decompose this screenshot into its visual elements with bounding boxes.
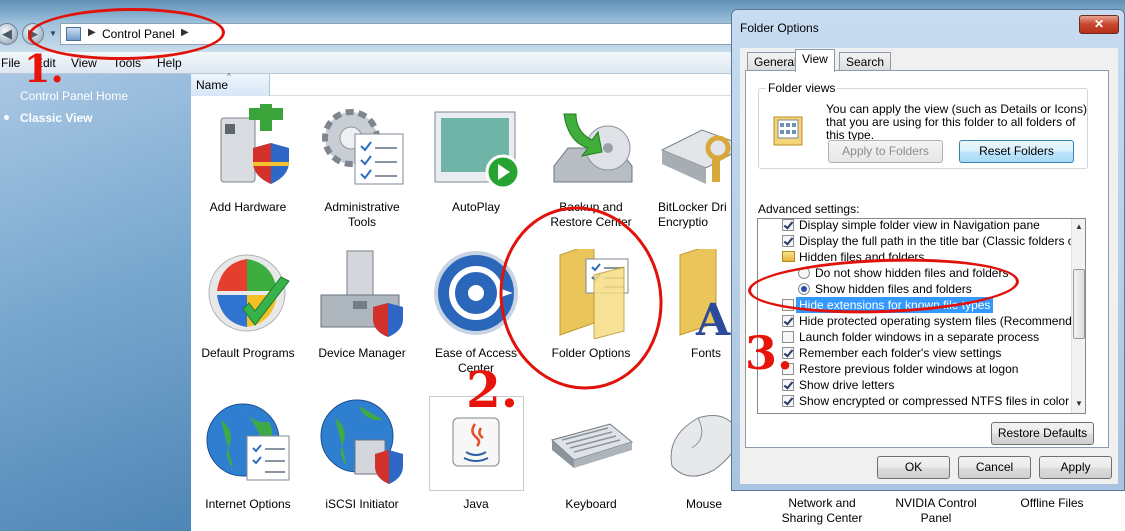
bullet-icon [4,115,9,120]
setting-label: Display the full path in the title bar (… [799,234,1086,248]
setting-label: Display simple folder view in Navigation… [799,218,1040,232]
restore-defaults-button[interactable]: Restore Defaults [991,422,1094,445]
sort-ascending-icon: ^ [227,72,231,81]
folder-views-description: You can apply the view (such as Details … [826,102,1088,142]
add-hardware-icon [220,104,289,184]
name-column-label: Name [196,78,229,92]
setting-simple-folder-view[interactable]: Display simple folder view in Navigation… [758,218,1071,233]
item-administrative-tools[interactable]: Administrative Tools [305,104,419,234]
menu-help[interactable]: Help [157,56,182,70]
setting-ntfs-color[interactable]: Show encrypted or compressed NTFS files … [758,393,1071,409]
setting-restore-windows[interactable]: Restore previous folder windows at logon [758,361,1071,377]
item-add-hardware[interactable]: Add Hardware [191,104,305,234]
item-iscsi-initiator[interactable]: iSCSI Initiator [305,396,419,516]
item-label: Network and Sharing Center [781,496,863,525]
item-bitlocker[interactable]: BitLocker Dri Encryptio [648,104,731,234]
dialog-title: Folder Options [740,21,819,35]
classic-view-link[interactable]: Classic View [20,111,93,125]
internet-options-icon [206,403,290,481]
folder-views-icon [773,116,803,146]
setting-drive-letters[interactable]: Show drive letters [758,377,1071,393]
administrative-tools-icon [322,109,404,185]
item-label: Device Manager [318,346,406,360]
autoplay-icon [434,111,521,190]
scroll-up-icon[interactable]: ▲ [1075,222,1083,231]
item-label: Mouse [685,497,723,511]
task-pane: Control Panel Home Classic View [0,74,191,531]
folder-views-group: Folder views You can apply the view (suc… [758,81,1088,169]
setting-separate-process[interactable]: Launch folder windows in a separate proc… [758,329,1071,345]
ok-button[interactable]: OK [877,456,950,479]
fonts-icon: A [679,249,731,339]
menu-file[interactable]: File [1,56,20,70]
iscsi-icon [320,399,403,484]
advanced-settings-label: Advanced settings: [758,202,860,216]
keyboard-icon [550,423,634,468]
item-default-programs[interactable]: Default Programs [191,249,305,379]
tab-search[interactable]: Search [839,52,892,71]
control-panel-home-link[interactable]: Control Panel Home [20,89,128,103]
checkbox[interactable] [782,395,794,407]
backup-icon [553,113,633,183]
svg-text:A: A [695,295,731,339]
bitlocker-icon [660,129,731,184]
annotation-step-one: 1. [24,46,64,91]
apply-button[interactable]: Apply [1039,456,1112,479]
mouse-icon [670,415,731,477]
item-label: Administrative Tools [324,200,400,229]
item-label: iSCSI Initiator [325,497,399,511]
folder-views-legend: Folder views [766,81,838,95]
item-internet-options[interactable]: Internet Options [191,396,305,516]
folder-options-dialog: Folder Options ✕ General View Search Fol… [731,9,1125,491]
name-column-header[interactable]: Name ^ [191,72,270,96]
item-autoplay[interactable]: AutoPlay [419,104,533,234]
item-label: NVIDIA Control Panel [895,496,977,525]
advanced-settings-list[interactable]: Display simple folder view in Navigation… [757,218,1086,414]
scrollbar-thumb[interactable] [1073,269,1085,339]
setting-remember-view[interactable]: Remember each folder's view settings [758,345,1071,361]
item-label: Internet Options [205,497,291,511]
item-label: Add Hardware [209,200,287,214]
item-label: Java [463,497,489,511]
setting-label: Hide protected operating system files (R… [799,314,1086,328]
reset-folders-button[interactable]: Reset Folders [959,140,1074,163]
item-label: Keyboard [565,497,617,511]
item-label: Default Programs [201,346,295,360]
scroll-down-icon[interactable]: ▼ [1075,399,1083,408]
setting-full-path-title-bar[interactable]: Display the full path in the title bar (… [758,233,1085,249]
annotation-step-two: 2. [466,360,519,419]
annotation-step-three: 3. [745,326,794,380]
item-label: AutoPlay [451,200,501,214]
close-button[interactable]: ✕ [1079,15,1119,34]
close-icon: ✕ [1093,17,1105,31]
back-button[interactable]: ◀ [0,23,18,45]
device-manager-icon [320,250,403,337]
tab-view[interactable]: View [795,49,835,72]
setting-label: Remember each folder's view settings [799,346,1002,360]
item-device-manager[interactable]: Device Manager [305,249,419,379]
item-label: Fonts [690,346,721,360]
setting-label: Restore previous folder windows at logon [799,362,1019,376]
setting-label: Show encrypted or compressed NTFS files … [799,394,1070,408]
folder-icon [782,251,795,262]
setting-label: Launch folder windows in a separate proc… [799,330,1040,344]
item-keyboard[interactable]: Keyboard [534,396,648,516]
item-label: BitLocker Dri Encryptio [658,200,727,229]
checkbox[interactable] [782,235,794,247]
default-programs-icon [208,254,290,332]
settings-scrollbar[interactable]: ▲ ▼ [1071,219,1085,413]
checkbox[interactable] [782,219,794,231]
item-label: Offline Files [1020,496,1084,510]
checkbox[interactable] [782,379,794,391]
apply-to-folders-button[interactable]: Apply to Folders [828,140,943,163]
column-header: Name ^ [191,72,731,96]
item-mouse[interactable]: Mouse [648,396,731,516]
back-arrow-icon: ◀ [2,26,12,41]
cancel-button[interactable]: Cancel [958,456,1031,479]
setting-hide-protected-files[interactable]: Hide protected operating system files (R… [758,313,1085,329]
setting-label: Show drive letters [799,378,895,392]
